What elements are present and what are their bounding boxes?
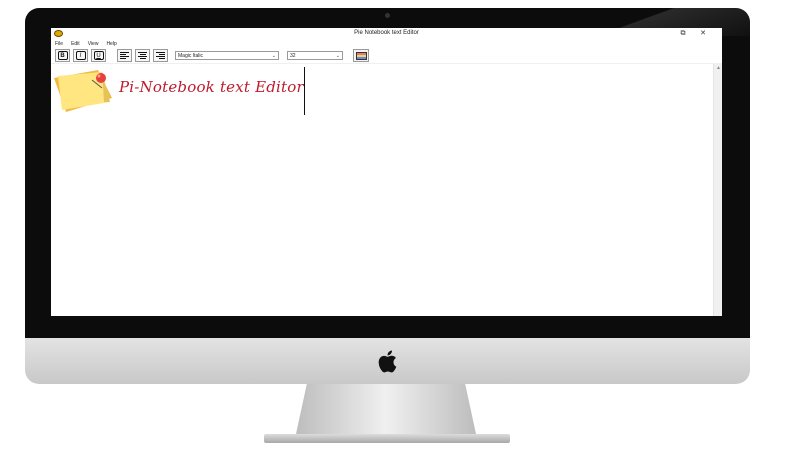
monitor-stand — [296, 384, 476, 434]
restore-button[interactable]: ⧉ — [676, 29, 690, 39]
menu-bar: File Edit View Help — [51, 40, 722, 48]
text-cursor — [304, 67, 305, 115]
font-family-select[interactable]: Magic Italic ⌄ — [175, 51, 279, 60]
color-palette-icon — [355, 51, 367, 60]
menu-file[interactable]: File — [55, 41, 63, 47]
vertical-scrollbar[interactable]: ▲ — [713, 64, 722, 316]
font-family-value: Magic Italic — [178, 52, 204, 59]
font-size-value: 32 — [290, 52, 296, 59]
italic-icon: I — [75, 51, 86, 60]
bold-button[interactable]: B — [55, 49, 70, 62]
align-left-button[interactable] — [117, 49, 132, 62]
align-center-icon — [138, 52, 147, 59]
scroll-up-icon[interactable]: ▲ — [715, 65, 722, 71]
close-button[interactable]: ✕ — [696, 29, 710, 39]
align-left-icon — [120, 52, 129, 59]
monitor-stand-base — [264, 434, 510, 443]
apple-logo-icon — [378, 350, 397, 373]
document-text: Pi-Notebook text Editor — [119, 78, 304, 96]
menu-help[interactable]: Help — [106, 41, 116, 47]
app-window: Pie Notebook text Editor ⧉ ✕ File Edit V… — [51, 28, 722, 316]
chevron-down-icon: ⌄ — [335, 52, 340, 59]
menu-edit[interactable]: Edit — [71, 41, 80, 47]
chevron-down-icon: ⌄ — [271, 52, 276, 59]
title-bar: Pie Notebook text Editor ⧉ ✕ — [51, 28, 722, 40]
align-center-button[interactable] — [135, 49, 150, 62]
align-right-button[interactable] — [153, 49, 168, 62]
underline-icon: U — [93, 51, 104, 60]
toolbar: B I U Magic Italic ⌄ 32 ⌄ — [51, 48, 722, 64]
font-size-select[interactable]: 32 ⌄ — [287, 51, 343, 60]
underline-button[interactable]: U — [91, 49, 106, 62]
align-right-icon — [156, 52, 165, 59]
text-area[interactable]: Pi-Notebook text Editor — [51, 64, 713, 316]
bold-icon: B — [57, 51, 68, 60]
sticky-note-icon — [54, 70, 112, 112]
menu-view[interactable]: View — [88, 41, 99, 47]
window-title: Pie Notebook text Editor — [354, 30, 419, 36]
webcam — [385, 13, 390, 18]
italic-button[interactable]: I — [73, 49, 88, 62]
text-color-button[interactable] — [353, 49, 369, 62]
